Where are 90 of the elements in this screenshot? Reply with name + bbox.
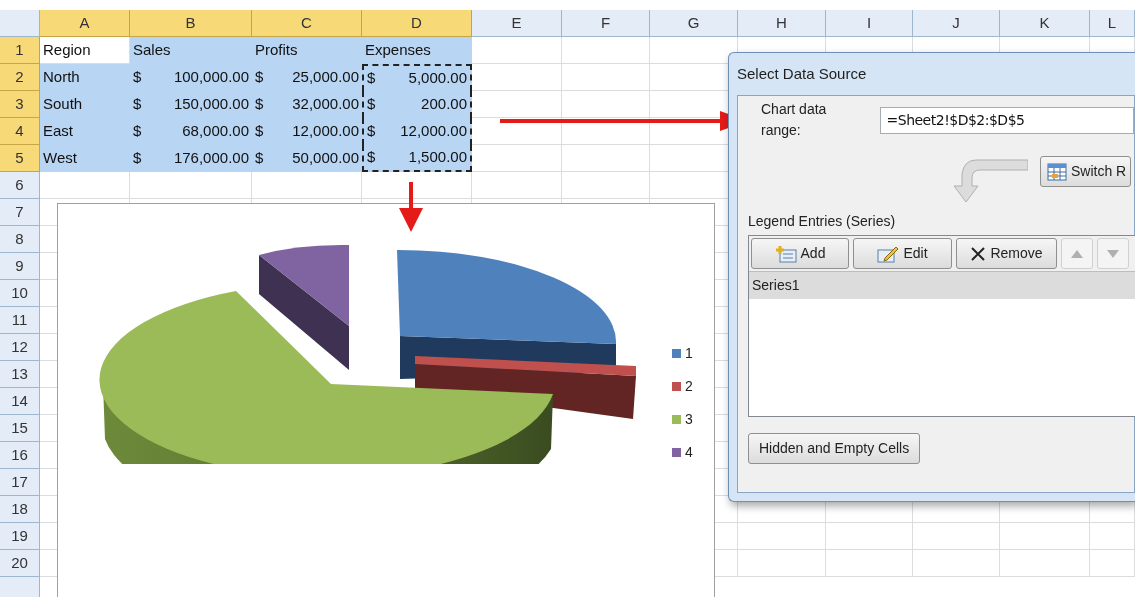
- add-icon: [774, 244, 797, 263]
- row-header[interactable]: 5: [0, 145, 40, 172]
- amount: 50,000.00: [292, 148, 359, 169]
- row-header[interactable]: 11: [0, 307, 40, 334]
- amount: 25,000.00: [292, 67, 359, 88]
- range-input-field[interactable]: =Sheet2!$D$2:$D$5: [879, 106, 1134, 134]
- row-header[interactable]: 9: [0, 253, 40, 280]
- table-cell: North: [40, 64, 130, 91]
- column-header[interactable]: H: [738, 10, 826, 37]
- row-header[interactable]: 20: [0, 550, 40, 577]
- add-button[interactable]: Add: [751, 238, 849, 269]
- column-header[interactable]: E: [472, 10, 562, 37]
- currency-symbol: $: [255, 148, 264, 169]
- column-header[interactable]: B: [130, 10, 252, 37]
- amount: 200.00: [421, 94, 467, 115]
- currency-symbol: $: [133, 148, 142, 169]
- hidden-cells-button[interactable]: Hidden and Empty Cells: [748, 433, 921, 464]
- legend-label: 1: [685, 343, 693, 363]
- switch-button[interactable]: Switch R: [1040, 156, 1132, 187]
- amount: 68,000.00: [182, 121, 249, 142]
- amount: 12,000.00: [400, 121, 467, 142]
- down-triangle-icon: [1107, 249, 1119, 258]
- row-header[interactable]: 8: [0, 226, 40, 253]
- remove-button[interactable]: Remove: [956, 238, 1057, 269]
- column-header[interactable]: J: [913, 10, 1000, 37]
- amount: 150,000.00: [173, 94, 249, 115]
- currency-symbol: $: [255, 121, 264, 142]
- row-header[interactable]: 2: [0, 64, 40, 91]
- legend-label: 3: [685, 409, 693, 429]
- amount: 12,000.00: [292, 121, 359, 142]
- table-cell: West: [40, 145, 130, 172]
- column-header[interactable]: K: [1000, 10, 1090, 37]
- column-header[interactable]: A: [40, 10, 130, 37]
- column-header[interactable]: D: [362, 10, 472, 37]
- row-header[interactable]: 16: [0, 442, 40, 469]
- row-header[interactable]: 7: [0, 199, 40, 226]
- field-label: Chart data range:: [761, 100, 828, 140]
- section-heading: Legend Entries (Series): [748, 212, 897, 231]
- row-header[interactable]: 4: [0, 118, 40, 145]
- table-cell: South: [40, 91, 130, 118]
- chart-area[interactable]: 1 2 3 4: [57, 203, 715, 597]
- amount: 32,000.00: [292, 94, 359, 115]
- row-header[interactable]: 6: [0, 172, 40, 199]
- list-item[interactable]: Series1: [749, 272, 1135, 299]
- row-header[interactable]: 1: [0, 37, 40, 64]
- currency-symbol: $: [367, 68, 376, 89]
- currency-symbol: $: [133, 67, 142, 88]
- table-cell: Region: [40, 37, 130, 64]
- row-header[interactable]: 13: [0, 361, 40, 388]
- amount: 5,000.00: [408, 68, 467, 89]
- column-header[interactable]: I: [826, 10, 913, 37]
- legend-label: 4: [685, 442, 693, 462]
- amount: 100,000.00: [173, 67, 249, 88]
- column-header[interactable]: G: [650, 10, 738, 37]
- column-header[interactable]: C: [252, 10, 362, 37]
- currency-symbol: $: [367, 147, 376, 168]
- column-header[interactable]: F: [562, 10, 650, 37]
- empty-cell: [1090, 523, 1135, 550]
- legend-label: 2: [685, 376, 693, 396]
- close-icon: [970, 245, 987, 262]
- currency-symbol: $: [255, 67, 264, 88]
- table-icon: [1047, 162, 1067, 181]
- row-header[interactable]: 10: [0, 280, 40, 307]
- table-cell: Sales: [130, 37, 252, 64]
- dialog-title: Select Data Source: [737, 63, 868, 84]
- currency-symbol: $: [367, 121, 376, 142]
- up-triangle-icon: [1071, 249, 1083, 258]
- column-header[interactable]: L: [1090, 10, 1135, 37]
- amount: 1,500.00: [408, 147, 467, 168]
- table-cell: Profits: [252, 37, 362, 64]
- currency-symbol: $: [367, 94, 376, 115]
- pointer-arrow: [399, 182, 423, 232]
- table-cell: East: [40, 118, 130, 145]
- row-header[interactable]: 18: [0, 496, 40, 523]
- currency-symbol: $: [133, 121, 142, 142]
- row-header[interactable]: 3: [0, 91, 40, 118]
- edit-icon: [877, 244, 900, 263]
- currency-symbol: $: [133, 94, 142, 115]
- row-header[interactable]: 15: [0, 415, 40, 442]
- amount: 176,000.00: [173, 148, 249, 169]
- row-header[interactable]: 14: [0, 388, 40, 415]
- row-header[interactable]: 19: [0, 523, 40, 550]
- pie-slice[interactable]: [259, 244, 349, 370]
- table-cell: Expenses: [362, 37, 472, 64]
- currency-symbol: $: [255, 94, 264, 115]
- edit-button[interactable]: Edit: [853, 238, 952, 269]
- row-header[interactable]: 17: [0, 469, 40, 496]
- row-header[interactable]: 12: [0, 334, 40, 361]
- empty-cell: [1090, 550, 1135, 577]
- pie-slice[interactable]: [99, 291, 553, 464]
